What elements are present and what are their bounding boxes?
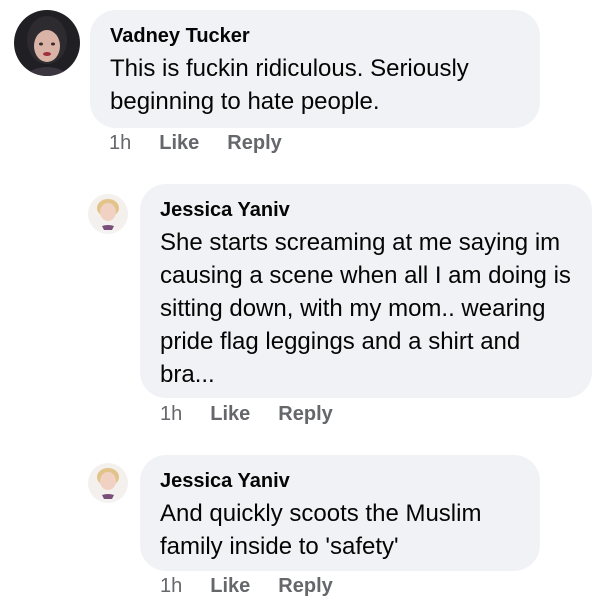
comment: Jessica Yaniv And quickly scoots the Mus… bbox=[0, 0, 609, 615]
like-button[interactable]: Like bbox=[210, 575, 250, 598]
comment-actions: 1h Like Reply bbox=[160, 575, 333, 598]
comment-bubble: Jessica Yaniv And quickly scoots the Mus… bbox=[140, 455, 540, 571]
comment-author[interactable]: Jessica Yaniv bbox=[160, 469, 520, 493]
profile-photo-icon bbox=[88, 463, 128, 503]
comment-text: And quickly scoots the Muslim family ins… bbox=[160, 500, 482, 560]
avatar[interactable] bbox=[88, 463, 128, 503]
reply-button[interactable]: Reply bbox=[278, 575, 332, 598]
comment-timestamp[interactable]: 1h bbox=[160, 575, 182, 598]
